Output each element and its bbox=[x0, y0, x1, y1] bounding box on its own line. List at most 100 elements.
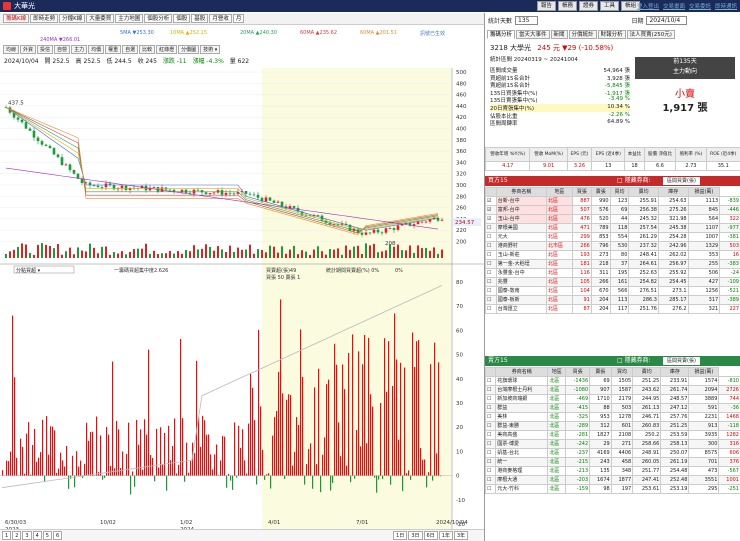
broker-cell-0[interactable]: ☐ bbox=[485, 223, 497, 233]
broker-cell-0[interactable]: ☐ bbox=[484, 430, 497, 440]
menu-item-0[interactable]: 籌碼K線 bbox=[3, 14, 30, 23]
range-1[interactable]: 2 bbox=[12, 531, 22, 540]
broker-cell-0[interactable]: ☐ bbox=[484, 484, 497, 494]
broker-row[interactable]: ☐ 摩根大通 北區 -203 1674 1877 247.41 252.48 3551 1001 bbox=[484, 475, 740, 485]
top-link-0[interactable]: 登入登出 bbox=[637, 2, 659, 10]
toolbar-select[interactable]: 技術 ▾ bbox=[200, 45, 221, 54]
broker-cell-0[interactable]: ☐ bbox=[485, 259, 497, 269]
broker-cell-0[interactable]: ☐ bbox=[484, 457, 497, 467]
broker-row[interactable]: ☐ 國泰-敦南 北區 104 670 566 276.51 273.1 1256 -521 bbox=[485, 286, 740, 296]
broker-cell-0[interactable]: ☐ bbox=[484, 475, 497, 485]
analysis-tab-2[interactable]: 新聞 bbox=[550, 30, 568, 39]
range-4[interactable]: 5 bbox=[42, 531, 52, 540]
range-3[interactable]: 4 bbox=[32, 531, 42, 540]
broker-cell-0[interactable]: ☑ bbox=[485, 205, 497, 215]
menu-item-3[interactable]: 大量委買 bbox=[86, 14, 115, 23]
broker-cell-0[interactable]: ☐ bbox=[484, 412, 497, 422]
broker-cell-0[interactable]: ☐ bbox=[485, 286, 497, 296]
top-button-1[interactable]: 帳務 bbox=[557, 1, 577, 11]
broker-row[interactable]: ☐ 群益-東勝 北區 -289 312 601 260.83 251.25 913 -118 bbox=[484, 421, 740, 431]
top-link-3[interactable]: 即時通訊 bbox=[715, 2, 737, 10]
toolbar-6[interactable]: 權重 bbox=[105, 45, 122, 54]
broker-cell-0[interactable]: ☐ bbox=[484, 421, 497, 431]
menu-item-4[interactable]: 主力地圖 bbox=[115, 14, 144, 23]
broker-cell-0[interactable]: ☐ bbox=[485, 295, 497, 305]
toolbar-1[interactable]: 外資 bbox=[20, 45, 37, 54]
broker-cell-0[interactable]: ☐ bbox=[485, 232, 497, 242]
analysis-tab-0[interactable]: 籌碼分析 bbox=[487, 30, 516, 39]
broker-row[interactable]: ☐ 第一金-大稻埕 北區 181 218 37 264.61 256.97 255 -383 bbox=[485, 259, 740, 269]
broker-row[interactable]: ☐ 統一 北區 -215 243 458 260.05 261.19 701 376 bbox=[484, 457, 740, 467]
broker-cell-0[interactable]: ☐ bbox=[484, 448, 497, 458]
range-7[interactable]: 3日 bbox=[408, 531, 423, 540]
broker-row[interactable]: ☐ 摩根美國 北區 471 789 118 257.54 245.38 1107 -977 bbox=[485, 223, 740, 233]
toolbar-7[interactable]: 自選 bbox=[122, 45, 139, 54]
kline-chart[interactable]: 5004804604404204003803603403203002802602… bbox=[0, 62, 484, 540]
top-button-0[interactable]: 報告 bbox=[536, 1, 556, 11]
analysis-tab-3[interactable]: 分價統計 bbox=[568, 30, 597, 39]
sell-filter-label[interactable]: □ 隱藏券商: bbox=[617, 356, 651, 366]
menu-item-7[interactable]: 基股 bbox=[191, 14, 209, 23]
menu-item-5[interactable]: 個股分析 bbox=[144, 14, 173, 23]
toolbar-4[interactable]: 主力 bbox=[71, 45, 88, 54]
buy-filter-label[interactable]: □ 隱藏券商: bbox=[617, 176, 651, 186]
stat-days-select[interactable]: 135 bbox=[515, 15, 539, 25]
buy-filter-select[interactable]: 區間買賣(張) bbox=[663, 177, 700, 185]
analysis-tab-5[interactable]: 法人買賣(250元) bbox=[626, 30, 675, 39]
menu-item-8[interactable]: 月營收 bbox=[209, 14, 232, 23]
top-link-1[interactable]: 交易畫面 bbox=[663, 2, 685, 10]
broker-row[interactable]: ☐ 港商野村 北市區 266 796 530 237.32 242.96 1329 503 bbox=[485, 241, 740, 251]
broker-row[interactable]: ☐ 國票-博愛 北區 -242 29 271 258.66 258.13 300 316 bbox=[484, 439, 740, 449]
analysis-tab-1[interactable]: 當天大事件 bbox=[516, 30, 550, 39]
range-2[interactable]: 3 bbox=[22, 531, 32, 540]
broker-row[interactable]: ☑ 台新-台中 北區 887 990 123 255.91 254.63 1113 -839 bbox=[485, 196, 740, 206]
broker-row[interactable]: ☐ 元大 北區 299 853 554 261.29 254.28 1007 -381 bbox=[485, 232, 740, 242]
analysis-tab-4[interactable]: 財報分析 bbox=[597, 30, 626, 39]
sell-filter-select[interactable]: 區間買賣(張) bbox=[663, 357, 700, 365]
top-button-3[interactable]: 工具 bbox=[599, 1, 619, 11]
broker-row[interactable]: ☐ 永豐金-台中 北區 116 311 195 252.63 255.92 506 -24 bbox=[485, 268, 740, 278]
broker-row[interactable]: ☐ 玉山-新莊 北區 193 273 80 248.41 262.02 353 16 bbox=[485, 250, 740, 260]
toolbar-0[interactable]: 均線 bbox=[3, 45, 20, 54]
broker-row[interactable]: ☐ 兆豐 北區 105 266 161 254.82 254.45 427 -109 bbox=[485, 277, 740, 287]
broker-row[interactable]: ☐ 國泰-板新 北區 91 204 113 286.3 285.17 317 -389 bbox=[485, 295, 740, 305]
broker-cell-0[interactable]: ☐ bbox=[485, 304, 497, 314]
date-picker[interactable]: 2024/10/4 bbox=[646, 15, 688, 25]
broker-cell-0[interactable]: ☐ bbox=[485, 250, 497, 260]
range-8[interactable]: 6日 bbox=[423, 531, 438, 540]
broker-row[interactable]: ☐ 台灣匯立 北區 87 204 117 251.76 276.2 321 227 bbox=[485, 304, 740, 314]
broker-row[interactable]: ☐ 群益 北區 -415 88 503 261.13 247.12 591 -36 bbox=[484, 403, 740, 413]
broker-cell-0[interactable]: ☑ bbox=[485, 196, 497, 206]
range-5[interactable]: 6 bbox=[52, 531, 63, 540]
toolbar-8[interactable]: 比較 bbox=[139, 45, 156, 54]
broker-cell-0[interactable]: ☐ bbox=[485, 268, 497, 278]
menu-item-2[interactable]: 分鐘K線 bbox=[59, 14, 86, 23]
broker-row[interactable]: ☐ 台灣摩根士丹利 北區 -1080 907 1587 243.62 261.74 2094 27… bbox=[484, 385, 740, 395]
broker-cell-0[interactable]: ☐ bbox=[485, 277, 497, 287]
broker-cell-0[interactable]: ☐ bbox=[484, 439, 497, 449]
broker-row[interactable]: ☐ 凱基-台北 北區 -237 4169 4406 248.91 250.07 8575 606 bbox=[484, 448, 740, 458]
range-10[interactable]: 3年 bbox=[453, 531, 469, 540]
broker-cell-0[interactable]: ☐ bbox=[484, 466, 497, 476]
broker-row[interactable]: ☑ 玉山-台中 北區 476 520 44 245.32 321.98 564 322 bbox=[485, 214, 740, 224]
menu-item-6[interactable]: 個股 bbox=[173, 14, 191, 23]
toolbar-2[interactable]: 投信 bbox=[37, 45, 54, 54]
toolbar-9[interactable]: 紅綠燈 bbox=[156, 45, 178, 54]
toolbar-5[interactable]: 均價 bbox=[88, 45, 105, 54]
broker-row[interactable]: ☐ 新加坡商瑞銀 北區 -469 1710 2179 244.95 248.57 3889 744 bbox=[484, 394, 740, 404]
broker-row[interactable]: ☑ 富邦-台中 北區 507 576 69 256.38 275.26 845 -446 bbox=[485, 205, 740, 215]
broker-cell-0[interactable]: ☐ bbox=[485, 241, 497, 251]
broker-row[interactable]: ☐ 元大-竹科 北區 -159 98 197 253.61 253.19 295 -251 bbox=[484, 484, 740, 494]
broker-row[interactable]: ☐ 美商高盛 北區 -281 1827 2108 250.2 253.59 3935 1282 bbox=[484, 430, 740, 440]
top-link-2[interactable]: 交易委託 bbox=[689, 2, 711, 10]
broker-cell-0[interactable]: ☐ bbox=[484, 403, 497, 413]
broker-cell-0[interactable]: ☐ bbox=[484, 376, 497, 386]
menu-item-9[interactable]: 月 bbox=[232, 14, 245, 23]
broker-row[interactable]: ☐ 美林 北區 -325 953 1278 246.71 257.76 2231 1468 bbox=[484, 412, 740, 422]
menu-item-1[interactable]: 即時走勢 bbox=[30, 14, 59, 23]
range-6[interactable]: 1日 bbox=[393, 531, 408, 540]
broker-row[interactable]: ☐ 港商麥格理 北區 -213 135 348 251.77 254.48 473 -567 bbox=[484, 466, 740, 476]
toolbar-3[interactable]: 自營 bbox=[54, 45, 71, 54]
top-button-2[interactable]: 證券 bbox=[578, 1, 598, 11]
broker-row[interactable]: ☐ 花旗環球 北區 -1436 69 1505 251.25 233.91 1574 -810 bbox=[484, 376, 740, 386]
